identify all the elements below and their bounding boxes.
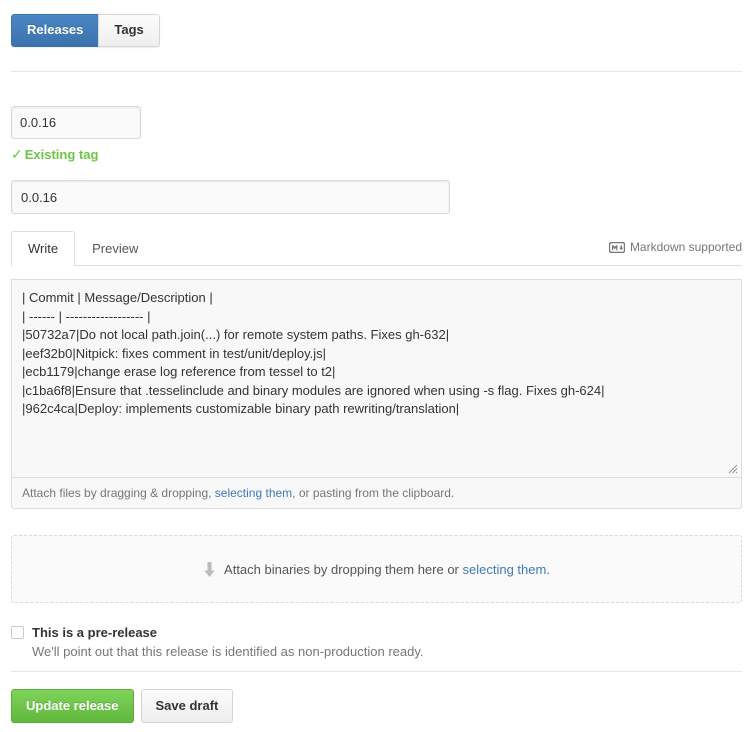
divider-top xyxy=(11,71,742,72)
divider-bottom xyxy=(11,671,742,672)
button-group: Releases Tags xyxy=(11,14,160,47)
release-description-textarea[interactable] xyxy=(12,280,741,478)
attach-files-prefix: Attach files by dragging & dropping, xyxy=(22,486,215,500)
save-draft-button[interactable]: Save draft xyxy=(141,689,234,723)
prerelease-row: This is a pre-release xyxy=(11,624,711,641)
release-edit-page: Releases Tags ✓Existing tag Write Previe… xyxy=(0,0,753,732)
check-icon: ✓ xyxy=(11,146,23,162)
binary-dropzone[interactable]: Attach binaries by dropping them here or… xyxy=(11,535,742,603)
down-arrow-icon xyxy=(203,562,216,578)
dropzone-suffix: . xyxy=(546,562,550,577)
dropzone-text: Attach binaries by dropping them here or… xyxy=(224,562,550,577)
update-release-button[interactable]: Update release xyxy=(11,689,134,723)
comment-box: Attach files by dragging & dropping, sel… xyxy=(11,279,742,509)
tag-status-badge: ✓Existing tag xyxy=(11,146,98,163)
tab-preview[interactable]: Preview xyxy=(75,231,155,266)
markdown-note-label: Markdown supported xyxy=(630,240,742,255)
attach-files-footer: Attach files by dragging & dropping, sel… xyxy=(12,477,741,508)
tag-version-input[interactable] xyxy=(11,106,141,139)
select-binaries-link[interactable]: selecting them xyxy=(463,562,547,577)
editor-tabs: Write Preview xyxy=(11,231,155,266)
markdown-icon xyxy=(609,242,625,253)
prerelease-section: This is a pre-release We'll point out th… xyxy=(11,624,711,660)
tag-status-label: Existing tag xyxy=(25,147,99,162)
markdown-supported-note: Markdown supported xyxy=(609,240,742,255)
form-actions: Update release Save draft xyxy=(11,689,233,723)
tab-write[interactable]: Write xyxy=(11,231,75,266)
dropzone-prefix: Attach binaries by dropping them here or xyxy=(224,562,462,577)
select-files-link[interactable]: selecting them xyxy=(215,486,292,500)
editor-tabbar: Write Preview Markdown supported xyxy=(11,231,742,266)
tab-tags[interactable]: Tags xyxy=(98,14,159,47)
prerelease-note: We'll point out that this release is ide… xyxy=(32,643,711,660)
release-title-input[interactable] xyxy=(11,180,450,214)
tab-releases[interactable]: Releases xyxy=(11,14,98,47)
prerelease-checkbox[interactable] xyxy=(11,626,24,639)
attach-files-suffix: , or pasting from the clipboard. xyxy=(292,486,454,500)
releases-tags-tabnav: Releases Tags xyxy=(11,14,160,47)
prerelease-label[interactable]: This is a pre-release xyxy=(32,624,157,641)
